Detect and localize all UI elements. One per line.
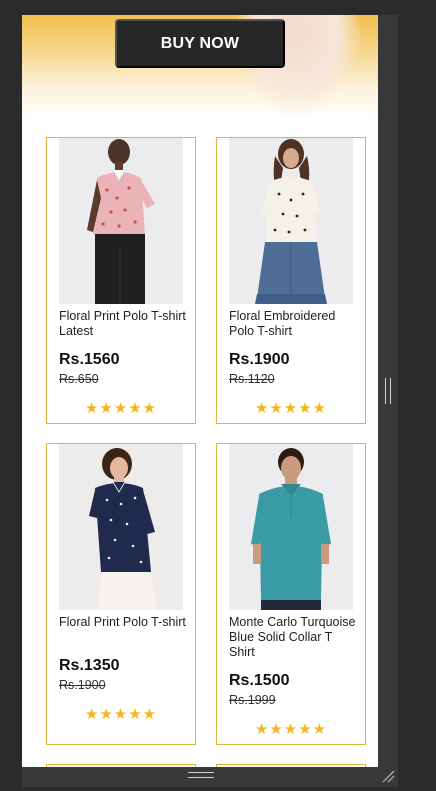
product-name[interactable]: Floral Print Polo T-shirt Latest <box>59 309 187 339</box>
product-image[interactable] <box>59 444 183 610</box>
star-rating: ★★★★★ <box>254 721 328 738</box>
star-rating: ★★★★★ <box>254 400 328 417</box>
product-mrp: Rs.650 <box>59 372 99 386</box>
product-mrp: Rs.1900 <box>59 678 106 692</box>
resize-grip-icon[interactable] <box>380 768 396 784</box>
product-image[interactable] <box>229 138 353 304</box>
buy-now-button[interactable]: BUY NOW <box>115 19 285 68</box>
product-card[interactable]: Monte Carlo Turquoise Blue Solid Collar … <box>216 443 366 745</box>
product-photo-woman-navy-polo <box>59 444 183 610</box>
product-price: Rs.1560 <box>59 351 120 368</box>
product-card[interactable]: Floral Embroidered Polo T-shirt Rs.1900 … <box>216 137 366 424</box>
product-name[interactable]: Floral Embroidered Polo T-shirt <box>229 309 357 339</box>
resize-handle-vertical[interactable] <box>385 378 391 404</box>
product-photo-man-turquoise-polo <box>229 444 353 610</box>
product-image[interactable] <box>59 138 183 304</box>
product-price: Rs.1350 <box>59 657 120 674</box>
product-photo-woman-white-polo <box>229 138 353 304</box>
product-photo-woman-pink-polo <box>59 138 183 304</box>
product-name[interactable]: Floral Print Polo T-shirt <box>59 615 187 630</box>
product-card[interactable]: Floral Print Polo T-shirt Rs.1350 Rs.190… <box>46 443 196 745</box>
product-price: Rs.1500 <box>229 672 290 689</box>
page-viewport: BUY NOW Floral Print Polo T-shirt Latest… <box>22 15 378 767</box>
product-card[interactable]: Floral Print Polo T-shirt Latest Rs.1560… <box>46 137 196 424</box>
product-mrp: Rs.1999 <box>229 693 276 707</box>
product-image[interactable] <box>229 444 353 610</box>
product-mrp: Rs.1120 <box>229 372 275 386</box>
star-rating: ★★★★★ <box>84 400 158 417</box>
star-rating: ★★★★★ <box>84 706 158 723</box>
product-name[interactable]: Monte Carlo Turquoise Blue Solid Collar … <box>229 615 357 660</box>
promo-banner: BUY NOW <box>22 15 378 120</box>
product-price: Rs.1900 <box>229 351 290 368</box>
resize-handle-horizontal[interactable] <box>188 772 214 778</box>
